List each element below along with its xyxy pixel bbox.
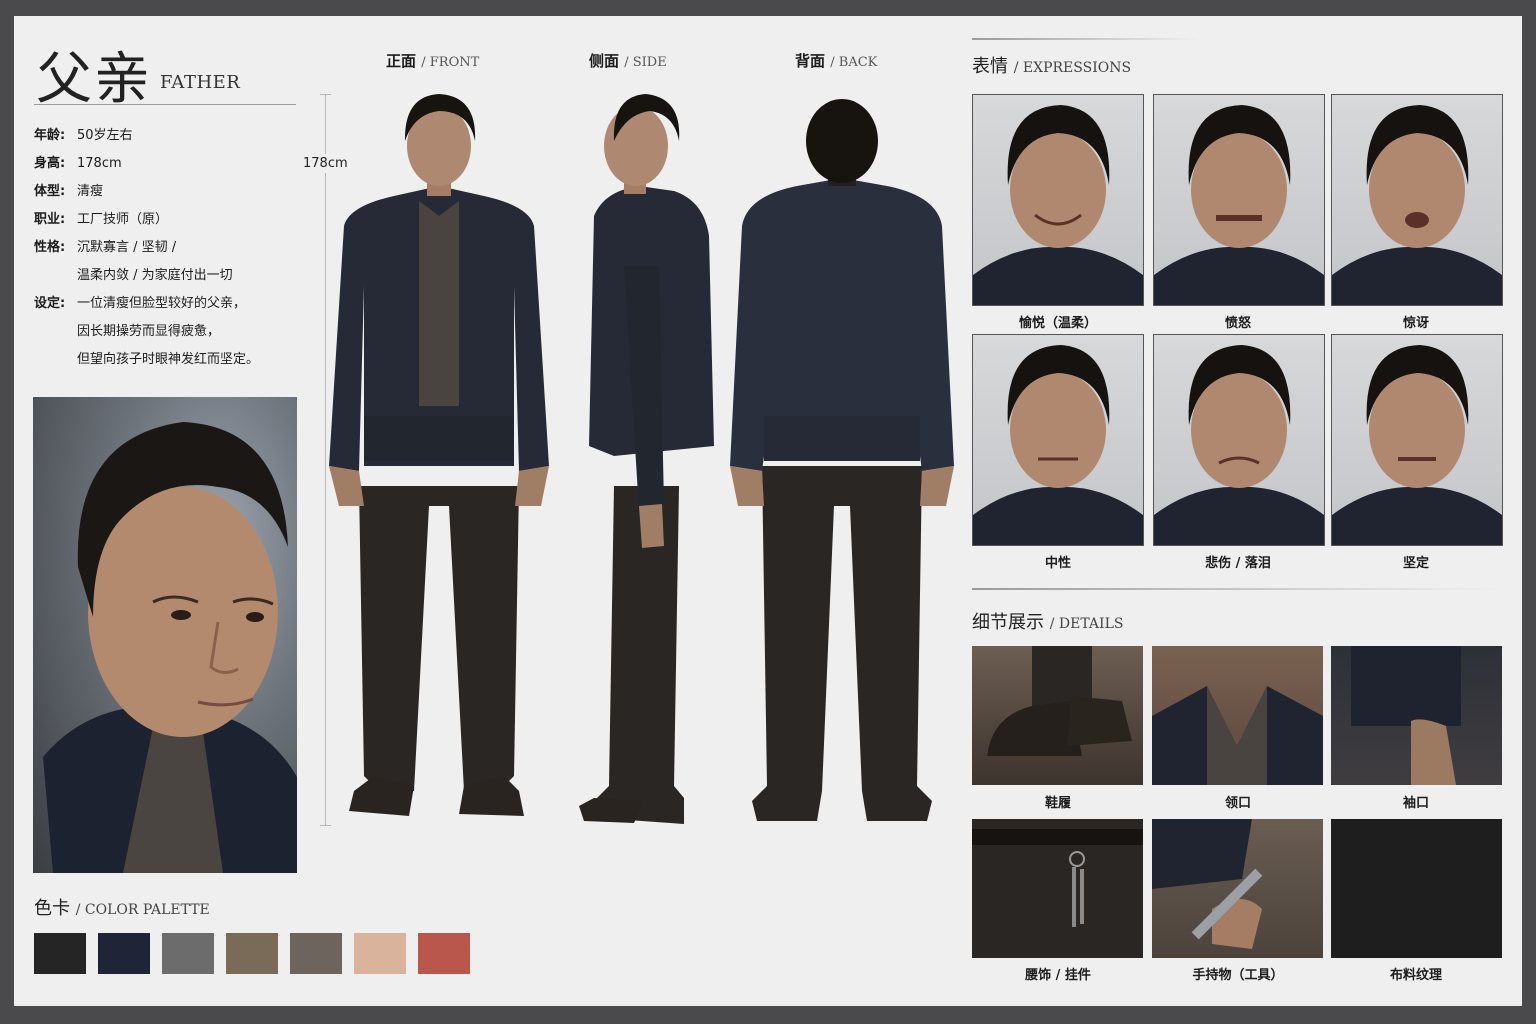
- expression-illustration: [973, 105, 1143, 305]
- details-title-cn: 细节展示: [972, 612, 1044, 633]
- portrait-illustration: [43, 422, 297, 873]
- expressions-title: 表情 / EXPRESSIONS: [972, 56, 1132, 77]
- portrait-closeup: [33, 397, 297, 873]
- detail-caption: 袖口: [1402, 796, 1429, 811]
- info-label: 年龄:: [34, 128, 66, 143]
- view-label-side: 侧面 / SIDE: [589, 52, 667, 70]
- detail-illustration: [987, 646, 1132, 756]
- info-row-setting: 设定: 一位清瘦但脸型较好的父亲， 因长期操劳而显得疲惫， 但望向孩子时眼神发红…: [34, 290, 304, 374]
- detail-caption: 领口: [1224, 796, 1251, 811]
- detail-caption: 腰饰 / 挂件: [1025, 968, 1091, 983]
- detail-illustration: [1152, 686, 1323, 785]
- expression-illustration: [1332, 105, 1502, 305]
- character-name-en: FATHER: [160, 72, 241, 93]
- info-value: 清瘦: [77, 184, 104, 199]
- info-value: 但望向孩子时眼神发红而坚定。: [77, 352, 260, 367]
- view-label-cn: 正面: [386, 52, 417, 70]
- color-swatch: [226, 933, 278, 974]
- expression-anger: [1153, 94, 1325, 306]
- color-swatch: [34, 933, 86, 974]
- info-label: 职业:: [34, 212, 66, 227]
- expression-caption: 中性: [1044, 556, 1071, 571]
- detail-caption: 手持物（工具）: [1192, 968, 1284, 983]
- color-swatch: [162, 933, 214, 974]
- view-label-en: FRONT: [429, 55, 480, 70]
- expression-caption: 惊讶: [1402, 316, 1429, 331]
- expression-caption: 坚定: [1402, 556, 1429, 571]
- expression-illustration: [973, 345, 1143, 545]
- detail-caption: 布料纹理: [1389, 968, 1442, 983]
- view-label-cn: 背面: [795, 52, 826, 70]
- detail-illustration: [972, 829, 1143, 927]
- info-value: 工厂技师（原）: [77, 212, 169, 227]
- info-value: 沉默寡言 / 坚韧 /: [77, 240, 177, 255]
- character-info: 年龄: 50岁左右 身高: 178cm 体型: 清瘦 职业: 工厂技师（原） 性…: [34, 122, 304, 374]
- expression-caption: 愉悦（温柔）: [1018, 316, 1097, 331]
- expression-caption: 愤怒: [1224, 316, 1251, 331]
- color-swatch: [418, 933, 470, 974]
- expression-illustration: [1154, 105, 1324, 305]
- expression-determined: [1331, 334, 1503, 546]
- expression-neutral: [972, 334, 1144, 546]
- expression-illustration: [1154, 345, 1324, 545]
- info-value: 因长期操劳而显得疲惫，: [77, 324, 221, 339]
- expressions-title-cn: 表情: [972, 56, 1008, 77]
- expressions-title-en: EXPRESSIONS: [1022, 60, 1132, 76]
- title-divider: [34, 104, 296, 105]
- color-swatch: [98, 933, 150, 974]
- info-label: 体型:: [34, 184, 66, 199]
- palette-swatches: [34, 933, 470, 974]
- info-label: 身高:: [34, 156, 66, 171]
- color-swatch: [354, 933, 406, 974]
- info-row-personality: 性格: 沉默寡言 / 坚韧 / 温柔内敛 / 为家庭付出一切: [34, 234, 304, 290]
- info-value: 178cm: [77, 156, 122, 171]
- view-label-back: 背面 / BACK: [795, 52, 878, 70]
- info-row-height: 身高: 178cm: [34, 150, 304, 178]
- info-row-build: 体型: 清瘦: [34, 178, 304, 206]
- detail-collar: [1152, 646, 1323, 785]
- view-label-en: BACK: [838, 55, 878, 70]
- figure-front: [329, 94, 549, 816]
- view-label-cn: 侧面: [589, 52, 620, 70]
- detail-fabric-texture: [1331, 819, 1502, 958]
- expression-surprise: [1331, 94, 1503, 306]
- figure-side: [579, 94, 714, 824]
- character-sheet: 父亲 FATHER 年龄: 50岁左右 身高: 178cm 体型: 清瘦 职业:…: [14, 16, 1522, 1006]
- color-swatch: [290, 933, 342, 974]
- details-title-en: DETAILS: [1058, 616, 1124, 632]
- detail-belt-keys: [972, 819, 1143, 958]
- expression-joy: [972, 94, 1144, 306]
- detail-illustration: [1351, 646, 1461, 785]
- expressions-divider: [972, 38, 1202, 40]
- detail-caption: 鞋履: [1044, 796, 1071, 811]
- info-row-occupation: 职业: 工厂技师（原）: [34, 206, 304, 234]
- palette-title-cn: 色卡: [34, 898, 70, 919]
- view-label-front: 正面 / FRONT: [386, 52, 480, 70]
- details-title: 细节展示 / DETAILS: [972, 612, 1124, 633]
- info-value: 一位清瘦但脸型较好的父亲，: [77, 296, 247, 311]
- expression-illustration: [1332, 345, 1502, 545]
- info-label: 设定:: [34, 296, 66, 311]
- palette-title-en: COLOR PALETTE: [84, 902, 210, 918]
- info-label: 性格:: [34, 240, 66, 255]
- character-name-cn: 父亲: [36, 47, 152, 112]
- figure-back: [730, 99, 954, 821]
- detail-cuff: [1331, 646, 1502, 785]
- palette-title: 色卡 / COLOR PALETTE: [34, 898, 210, 919]
- view-label-en: SIDE: [632, 55, 667, 70]
- detail-wrench: [1152, 819, 1323, 958]
- expression-caption: 悲伤 / 落泪: [1205, 556, 1271, 571]
- expression-sad: [1153, 334, 1325, 546]
- info-row-age: 年龄: 50岁左右: [34, 122, 304, 150]
- detail-illustration: [1152, 819, 1263, 949]
- info-value: 温柔内敛 / 为家庭付出一切: [77, 268, 233, 283]
- details-divider: [972, 588, 1500, 590]
- info-value: 50岁左右: [77, 128, 133, 143]
- detail-shoes: [972, 646, 1143, 785]
